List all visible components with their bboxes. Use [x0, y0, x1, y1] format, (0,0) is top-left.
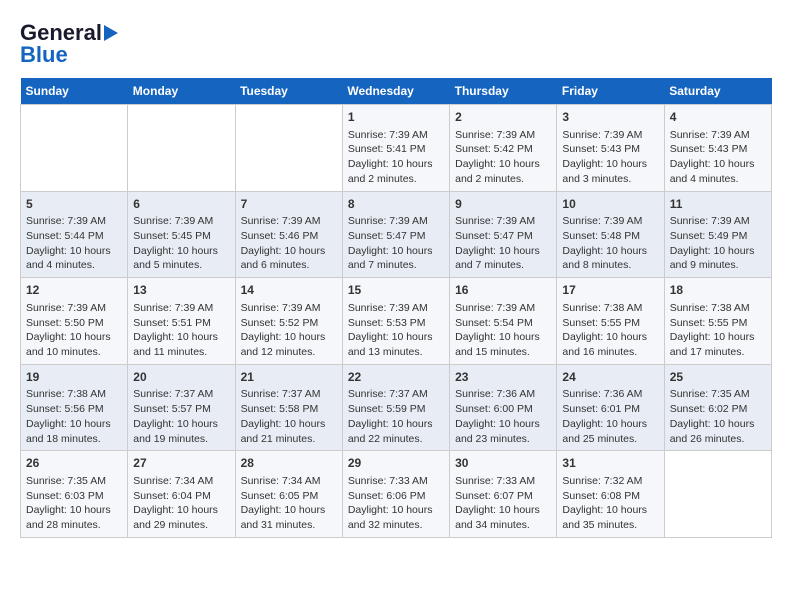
day-number: 20: [133, 369, 229, 386]
day-number: 31: [562, 455, 658, 472]
day-number: 24: [562, 369, 658, 386]
day-number: 2: [455, 109, 551, 126]
calendar-cell: 28Sunrise: 7:34 AM Sunset: 6:05 PM Dayli…: [235, 451, 342, 538]
calendar-cell: 27Sunrise: 7:34 AM Sunset: 6:04 PM Dayli…: [128, 451, 235, 538]
calendar-cell: 14Sunrise: 7:39 AM Sunset: 5:52 PM Dayli…: [235, 278, 342, 365]
logo-text-blue: Blue: [20, 42, 68, 68]
logo-arrow-icon: [104, 25, 118, 41]
calendar-cell: 8Sunrise: 7:39 AM Sunset: 5:47 PM Daylig…: [342, 191, 449, 278]
calendar-cell: 31Sunrise: 7:32 AM Sunset: 6:08 PM Dayli…: [557, 451, 664, 538]
day-number: 29: [348, 455, 444, 472]
calendar-cell: 16Sunrise: 7:39 AM Sunset: 5:54 PM Dayli…: [450, 278, 557, 365]
day-number: 13: [133, 282, 229, 299]
day-number: 30: [455, 455, 551, 472]
page-header: General Blue: [20, 20, 772, 68]
day-number: 19: [26, 369, 122, 386]
weekday-header: Monday: [128, 78, 235, 105]
calendar-cell: 9Sunrise: 7:39 AM Sunset: 5:47 PM Daylig…: [450, 191, 557, 278]
calendar-cell: 29Sunrise: 7:33 AM Sunset: 6:06 PM Dayli…: [342, 451, 449, 538]
weekday-header-row: SundayMondayTuesdayWednesdayThursdayFrid…: [21, 78, 772, 105]
day-number: 12: [26, 282, 122, 299]
calendar-cell: 5Sunrise: 7:39 AM Sunset: 5:44 PM Daylig…: [21, 191, 128, 278]
day-number: 18: [670, 282, 766, 299]
day-number: 10: [562, 196, 658, 213]
calendar-cell: [235, 105, 342, 192]
logo: General Blue: [20, 20, 118, 68]
calendar-cell: [128, 105, 235, 192]
day-number: 14: [241, 282, 337, 299]
weekday-header: Sunday: [21, 78, 128, 105]
calendar-cell: 4Sunrise: 7:39 AM Sunset: 5:43 PM Daylig…: [664, 105, 771, 192]
weekday-header: Saturday: [664, 78, 771, 105]
weekday-header: Wednesday: [342, 78, 449, 105]
calendar-week-row: 1Sunrise: 7:39 AM Sunset: 5:41 PM Daylig…: [21, 105, 772, 192]
calendar-cell: 24Sunrise: 7:36 AM Sunset: 6:01 PM Dayli…: [557, 364, 664, 451]
calendar-cell: 11Sunrise: 7:39 AM Sunset: 5:49 PM Dayli…: [664, 191, 771, 278]
day-number: 8: [348, 196, 444, 213]
calendar-week-row: 19Sunrise: 7:38 AM Sunset: 5:56 PM Dayli…: [21, 364, 772, 451]
day-number: 28: [241, 455, 337, 472]
day-number: 22: [348, 369, 444, 386]
day-number: 17: [562, 282, 658, 299]
day-number: 7: [241, 196, 337, 213]
calendar-cell: 2Sunrise: 7:39 AM Sunset: 5:42 PM Daylig…: [450, 105, 557, 192]
calendar-cell: 25Sunrise: 7:35 AM Sunset: 6:02 PM Dayli…: [664, 364, 771, 451]
day-number: 9: [455, 196, 551, 213]
calendar-week-row: 26Sunrise: 7:35 AM Sunset: 6:03 PM Dayli…: [21, 451, 772, 538]
calendar-cell: [664, 451, 771, 538]
calendar-cell: 15Sunrise: 7:39 AM Sunset: 5:53 PM Dayli…: [342, 278, 449, 365]
calendar-cell: 23Sunrise: 7:36 AM Sunset: 6:00 PM Dayli…: [450, 364, 557, 451]
day-number: 16: [455, 282, 551, 299]
day-number: 23: [455, 369, 551, 386]
day-number: 11: [670, 196, 766, 213]
day-number: 3: [562, 109, 658, 126]
weekday-header: Tuesday: [235, 78, 342, 105]
day-number: 6: [133, 196, 229, 213]
calendar-cell: 1Sunrise: 7:39 AM Sunset: 5:41 PM Daylig…: [342, 105, 449, 192]
day-number: 25: [670, 369, 766, 386]
weekday-header: Friday: [557, 78, 664, 105]
day-number: 21: [241, 369, 337, 386]
calendar-cell: 12Sunrise: 7:39 AM Sunset: 5:50 PM Dayli…: [21, 278, 128, 365]
calendar-cell: 3Sunrise: 7:39 AM Sunset: 5:43 PM Daylig…: [557, 105, 664, 192]
calendar-cell: 26Sunrise: 7:35 AM Sunset: 6:03 PM Dayli…: [21, 451, 128, 538]
calendar-week-row: 12Sunrise: 7:39 AM Sunset: 5:50 PM Dayli…: [21, 278, 772, 365]
calendar-cell: 7Sunrise: 7:39 AM Sunset: 5:46 PM Daylig…: [235, 191, 342, 278]
day-number: 5: [26, 196, 122, 213]
calendar-cell: 22Sunrise: 7:37 AM Sunset: 5:59 PM Dayli…: [342, 364, 449, 451]
calendar-table: SundayMondayTuesdayWednesdayThursdayFrid…: [20, 78, 772, 538]
weekday-header: Thursday: [450, 78, 557, 105]
calendar-cell: 21Sunrise: 7:37 AM Sunset: 5:58 PM Dayli…: [235, 364, 342, 451]
day-number: 1: [348, 109, 444, 126]
calendar-cell: 13Sunrise: 7:39 AM Sunset: 5:51 PM Dayli…: [128, 278, 235, 365]
calendar-cell: 17Sunrise: 7:38 AM Sunset: 5:55 PM Dayli…: [557, 278, 664, 365]
day-number: 4: [670, 109, 766, 126]
calendar-cell: [21, 105, 128, 192]
calendar-cell: 19Sunrise: 7:38 AM Sunset: 5:56 PM Dayli…: [21, 364, 128, 451]
day-number: 15: [348, 282, 444, 299]
calendar-cell: 6Sunrise: 7:39 AM Sunset: 5:45 PM Daylig…: [128, 191, 235, 278]
day-number: 27: [133, 455, 229, 472]
calendar-week-row: 5Sunrise: 7:39 AM Sunset: 5:44 PM Daylig…: [21, 191, 772, 278]
day-number: 26: [26, 455, 122, 472]
calendar-cell: 10Sunrise: 7:39 AM Sunset: 5:48 PM Dayli…: [557, 191, 664, 278]
calendar-cell: 18Sunrise: 7:38 AM Sunset: 5:55 PM Dayli…: [664, 278, 771, 365]
calendar-cell: 30Sunrise: 7:33 AM Sunset: 6:07 PM Dayli…: [450, 451, 557, 538]
calendar-cell: 20Sunrise: 7:37 AM Sunset: 5:57 PM Dayli…: [128, 364, 235, 451]
